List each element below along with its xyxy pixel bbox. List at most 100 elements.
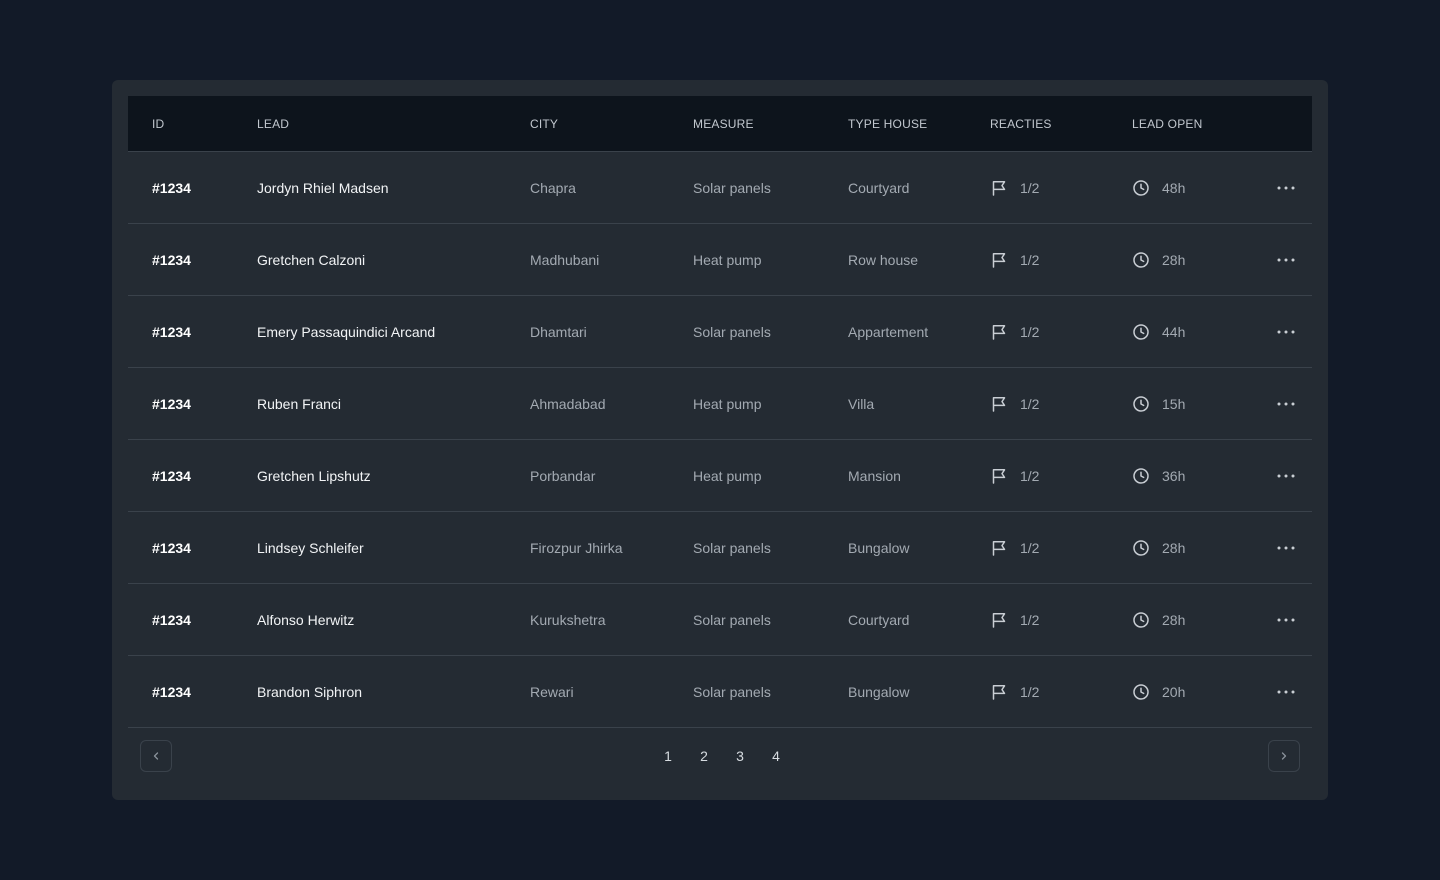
more-horizontal-icon (1276, 401, 1296, 407)
lead-measure: Heat pump (693, 396, 762, 412)
lead-measure: Solar panels (693, 684, 771, 700)
row-actions-button[interactable] (1272, 440, 1300, 512)
lead-name: Jordyn Rhiel Madsen (257, 180, 389, 196)
lead-reacties: 1/2 (990, 296, 1039, 368)
lead-open-time: 44h (1132, 296, 1185, 368)
page-link-1[interactable]: 1 (650, 748, 686, 764)
table-row[interactable]: #1234 Gretchen Lipshutz Porbandar Heat pump… (128, 440, 1312, 512)
lead-measure: Heat pump (693, 252, 762, 268)
lead-name: Gretchen Lipshutz (257, 468, 371, 484)
next-page-button[interactable] (1268, 740, 1300, 772)
lead-id: #1234 (152, 252, 191, 268)
lead-reacties: 1/2 (990, 440, 1039, 512)
lead-open-time: 28h (1132, 584, 1185, 656)
lead-type-house: Appartement (848, 324, 929, 340)
row-actions-button[interactable] (1272, 656, 1300, 728)
lead-open-value: 28h (1162, 612, 1186, 628)
lead-open-time: 15h (1132, 368, 1185, 440)
lead-type-house: Courtyard (848, 180, 910, 196)
lead-measure: Solar panels (693, 324, 771, 340)
lead-measure: Solar panels (693, 540, 771, 556)
reacties-value: 1/2 (1020, 612, 1040, 628)
lead-open-value: 20h (1162, 684, 1186, 700)
more-horizontal-icon (1276, 257, 1296, 263)
column-header-id: ID (152, 117, 165, 131)
reacties-value: 1/2 (1020, 540, 1040, 556)
lead-open-value: 48h (1162, 180, 1186, 196)
lead-open-value: 28h (1162, 540, 1186, 556)
lead-type-house: Row house (848, 252, 919, 268)
lead-reacties: 1/2 (990, 656, 1039, 728)
page-link-2[interactable]: 2 (686, 748, 722, 764)
lead-type-house: Bungalow (848, 540, 910, 556)
table-row[interactable]: #1234 Lindsey Schleifer Firozpur Jhirka Sol… (128, 512, 1312, 584)
row-actions-button[interactable] (1272, 224, 1300, 296)
column-header-reacties: REACTIES (990, 117, 1052, 131)
lead-open-value: 28h (1162, 252, 1186, 268)
lead-open-time: 28h (1132, 224, 1185, 296)
table-row[interactable]: #1234 Emery Passaquindici Arcand Dhamtari S… (128, 296, 1312, 368)
row-actions-button[interactable] (1272, 152, 1300, 224)
lead-type-house: Bungalow (848, 684, 910, 700)
reacties-value: 1/2 (1020, 684, 1040, 700)
more-horizontal-icon (1276, 185, 1296, 191)
flag-icon (990, 251, 1008, 269)
lead-reacties: 1/2 (990, 224, 1039, 296)
clock-icon (1132, 683, 1150, 701)
lead-type-house: Courtyard (848, 612, 910, 628)
chevron-left-icon (150, 750, 162, 762)
more-horizontal-icon (1276, 329, 1296, 335)
lead-type-house: Mansion (848, 468, 901, 484)
lead-measure: Solar panels (693, 612, 771, 628)
page-link-3[interactable]: 3 (722, 748, 758, 764)
flag-icon (990, 683, 1008, 701)
leads-table: ID LEAD CITY MEASURE TYPE HOUSE REACTIES… (128, 96, 1312, 728)
lead-id: #1234 (152, 468, 191, 484)
table-row[interactable]: #1234 Jordyn Rhiel Madsen Chapra Solar pane… (128, 152, 1312, 224)
row-actions-button[interactable] (1272, 512, 1300, 584)
table-row[interactable]: #1234 Ruben Franci Ahmadabad Heat pump Villa… (128, 368, 1312, 440)
leads-card: ID LEAD CITY MEASURE TYPE HOUSE REACTIES… (112, 80, 1328, 800)
reacties-value: 1/2 (1020, 324, 1040, 340)
lead-open-value: 44h (1162, 324, 1186, 340)
column-header-lead: LEAD (257, 117, 290, 131)
row-actions-button[interactable] (1272, 296, 1300, 368)
table-row[interactable]: #1234 Brandon Siphron Rewari Solar panels Bu… (128, 656, 1312, 728)
lead-reacties: 1/2 (990, 368, 1039, 440)
more-horizontal-icon (1276, 545, 1296, 551)
more-horizontal-icon (1276, 617, 1296, 623)
lead-city: Rewari (530, 684, 574, 700)
clock-icon (1132, 179, 1150, 197)
lead-city: Firozpur Jhirka (530, 540, 623, 556)
lead-open-time: 36h (1132, 440, 1185, 512)
clock-icon (1132, 539, 1150, 557)
lead-reacties: 1/2 (990, 152, 1039, 224)
lead-city: Kurukshetra (530, 612, 606, 628)
lead-name: Gretchen Calzoni (257, 252, 366, 268)
table-row[interactable]: #1234 Gretchen Calzoni Madhubani Heat pump R… (128, 224, 1312, 296)
table-header: ID LEAD CITY MEASURE TYPE HOUSE REACTIES… (128, 96, 1312, 152)
lead-open-value: 36h (1162, 468, 1186, 484)
flag-icon (990, 467, 1008, 485)
lead-measure: Heat pump (693, 468, 762, 484)
column-header-city: CITY (530, 117, 559, 131)
table-body: #1234 Jordyn Rhiel Madsen Chapra Solar pane… (128, 152, 1312, 728)
lead-name: Brandon Siphron (257, 684, 363, 700)
previous-page-button[interactable] (140, 740, 172, 772)
lead-id: #1234 (152, 396, 191, 412)
lead-id: #1234 (152, 180, 191, 196)
table-row[interactable]: #1234 Alfonso Herwitz Kurukshetra Solar pan… (128, 584, 1312, 656)
page-link-4[interactable]: 4 (758, 748, 794, 764)
more-horizontal-icon (1276, 473, 1296, 479)
lead-city: Dhamtari (530, 324, 587, 340)
lead-city: Chapra (530, 180, 576, 196)
lead-name: Lindsey Schleifer (257, 540, 364, 556)
lead-reacties: 1/2 (990, 584, 1039, 656)
clock-icon (1132, 251, 1150, 269)
lead-type-house: Villa (848, 396, 875, 412)
row-actions-button[interactable] (1272, 584, 1300, 656)
flag-icon (990, 539, 1008, 557)
flag-icon (990, 395, 1008, 413)
lead-id: #1234 (152, 324, 191, 340)
row-actions-button[interactable] (1272, 368, 1300, 440)
